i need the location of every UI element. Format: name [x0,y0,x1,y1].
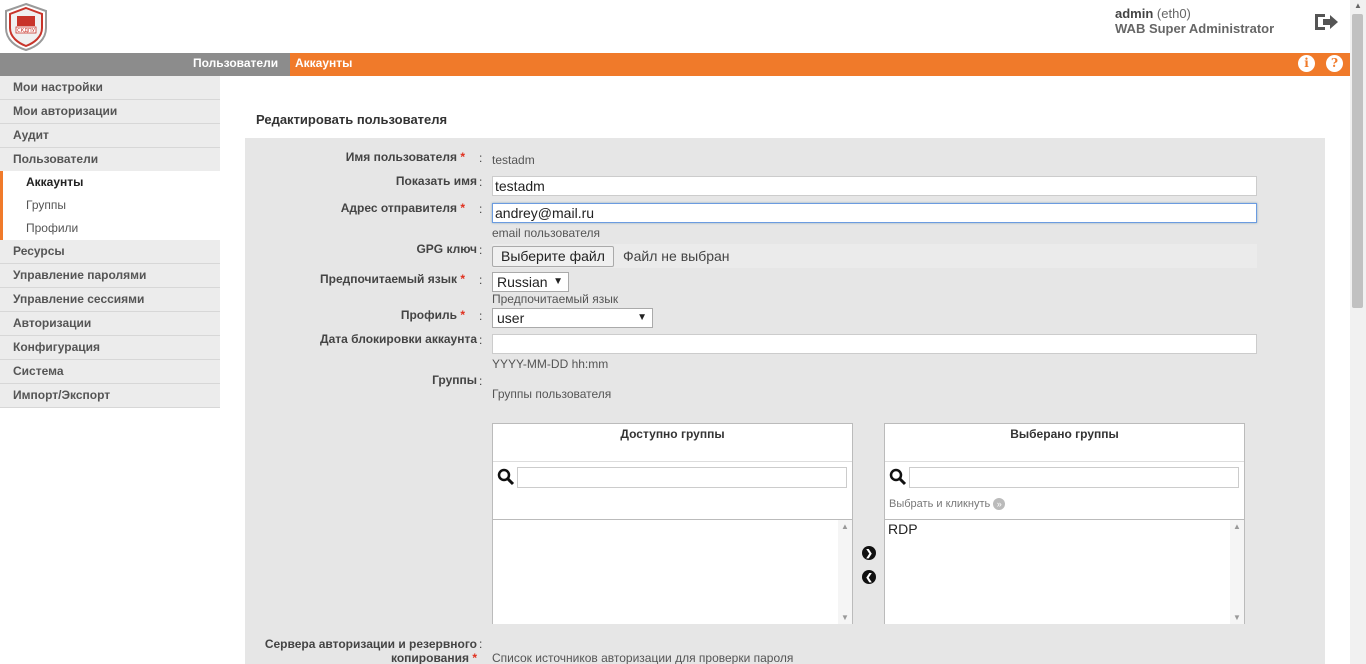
dropdown-arrow-icon: ▼ [553,276,563,287]
sidebar-item-users[interactable]: Пользователи [0,148,220,171]
move-right-icon[interactable]: ❯ [862,546,876,560]
search-icon [497,468,515,486]
search-icon [889,468,907,486]
gpg-file-status: Файл не выбран [623,248,730,264]
info-icon[interactable]: i [1298,55,1315,72]
scroll-down-icon[interactable]: ▼ [838,613,852,622]
logo-text: СКДПУ [17,28,35,34]
list-scrollbar[interactable]: ▲ ▼ [838,520,852,624]
scroll-up-icon[interactable]: ▲ [838,522,852,531]
email-input[interactable]: andrey@mail.ru [492,203,1257,223]
auth-servers-label: Сервера авторизации и резервного копиров… [264,637,477,664]
available-groups-search-input[interactable] [517,467,847,488]
expiration-hint: YYYY-MM-DD hh:mm [492,357,609,371]
user-role: WAB Super Administrator [1115,21,1275,36]
sidebar-item-session-management[interactable]: Управление сессиями [0,288,220,312]
username-label: Имя пользователя * [345,150,465,164]
sidebar-item-import-export[interactable]: Импорт/Экспорт [0,384,220,408]
sidebar-item-password-management[interactable]: Управление паролями [0,264,220,288]
available-groups-box: Доступно группы ▲ ▼ [492,423,853,624]
scroll-up-icon[interactable]: ▲ [1350,0,1366,12]
sidebar-item-my-authorizations[interactable]: Мои авторизации [0,100,220,124]
sidebar-item-configuration[interactable]: Конфигурация [0,336,220,360]
gpg-file-field: Выберите файл Файл не выбран [492,244,1257,268]
profile-label: Профиль * [400,308,465,322]
page-title: Редактировать пользователя [256,112,448,127]
scrollbar-thumb[interactable] [1352,14,1363,308]
sidebar-item-authorizations[interactable]: Авторизации [0,312,220,336]
sidebar-subitem-profiles[interactable]: Профили [0,217,220,240]
sidebar-item-audit[interactable]: Аудит [0,124,220,148]
dropdown-arrow-icon: ▼ [637,312,647,323]
sidebar-item-resources[interactable]: Ресурсы [0,240,220,264]
expiration-input[interactable] [492,334,1257,354]
selected-groups-title: Выберано группы [885,424,1244,462]
colon: : [479,243,483,257]
selected-groups-search-input[interactable] [909,467,1239,488]
colon: : [479,151,483,165]
selected-groups-hint: Выбрать и кликнуть » [889,498,1006,511]
sidebar-subitem-accounts[interactable]: Аккаунты [0,171,220,194]
user-name: admin [1115,6,1154,21]
selected-groups-box: Выберано группы Выбрать и кликнуть » RDP… [884,423,1245,624]
sidebar-item-system[interactable]: Система [0,360,220,384]
profile-select-value: user [497,310,525,326]
page-scrollbar[interactable]: ▲ [1350,0,1366,664]
gpg-choose-file-button[interactable]: Выберите файл [492,246,614,267]
language-label: Предпочитаемый язык * [319,272,465,286]
sidebar-subitem-groups[interactable]: Группы [0,194,220,217]
auth-servers-hint: Список источников авторизации для провер… [492,651,794,664]
colon: : [479,202,483,216]
profile-select[interactable]: user ▼ [492,308,653,328]
sidebar: Мои настройки Мои авторизации Аудит Поль… [0,76,220,408]
move-left-icon[interactable]: ❮ [862,570,876,584]
email-label: Адрес отправителя * [340,201,465,215]
colon: : [479,309,483,323]
username-value: testadm [492,153,535,167]
nav-users-link[interactable]: Пользователи [193,56,278,70]
groups-label: Группы [432,373,477,387]
chevron-double-right-icon: » [993,498,1006,511]
scroll-down-icon[interactable]: ▼ [1230,613,1244,622]
logout-icon[interactable] [1313,11,1339,33]
display-name-label: Показать имя [395,174,477,188]
header: СКДПУ admin (eth0) WAB Super Administrat… [0,0,1350,53]
top-navbar: Пользователи Аккаунты i ? [0,53,1350,76]
available-groups-title: Доступно группы [493,424,852,462]
available-groups-list[interactable]: ▲ ▼ [493,519,852,624]
colon: : [479,175,483,189]
language-hint: Предпочитаемый язык [492,292,619,306]
display-name-input[interactable]: testadm [492,176,1257,196]
colon: : [479,374,483,388]
email-hint: email пользователя [492,226,600,240]
colon: : [479,637,483,651]
nav-accounts-link[interactable]: Аккаунты [295,56,352,70]
list-scrollbar[interactable]: ▲ ▼ [1230,520,1244,624]
logo-shield-icon: СКДПУ [5,2,47,52]
groups-hint: Группы пользователя [492,387,612,401]
language-select[interactable]: Russian ▼ [492,272,569,292]
sidebar-item-my-settings[interactable]: Мои настройки [0,76,220,100]
help-icon[interactable]: ? [1326,55,1343,72]
gpg-label: GPG ключ [416,242,477,256]
user-info: admin (eth0) WAB Super Administrator [1115,6,1274,36]
colon: : [479,333,483,347]
list-item[interactable]: RDP [888,521,918,537]
selected-groups-list[interactable]: RDP ▲ ▼ [885,519,1244,624]
language-select-value: Russian [497,274,548,290]
colon: : [479,273,483,287]
scroll-up-icon[interactable]: ▲ [1230,522,1244,531]
user-interface: (eth0) [1156,6,1191,21]
expiration-label: Дата блокировки аккаунта [320,332,477,346]
